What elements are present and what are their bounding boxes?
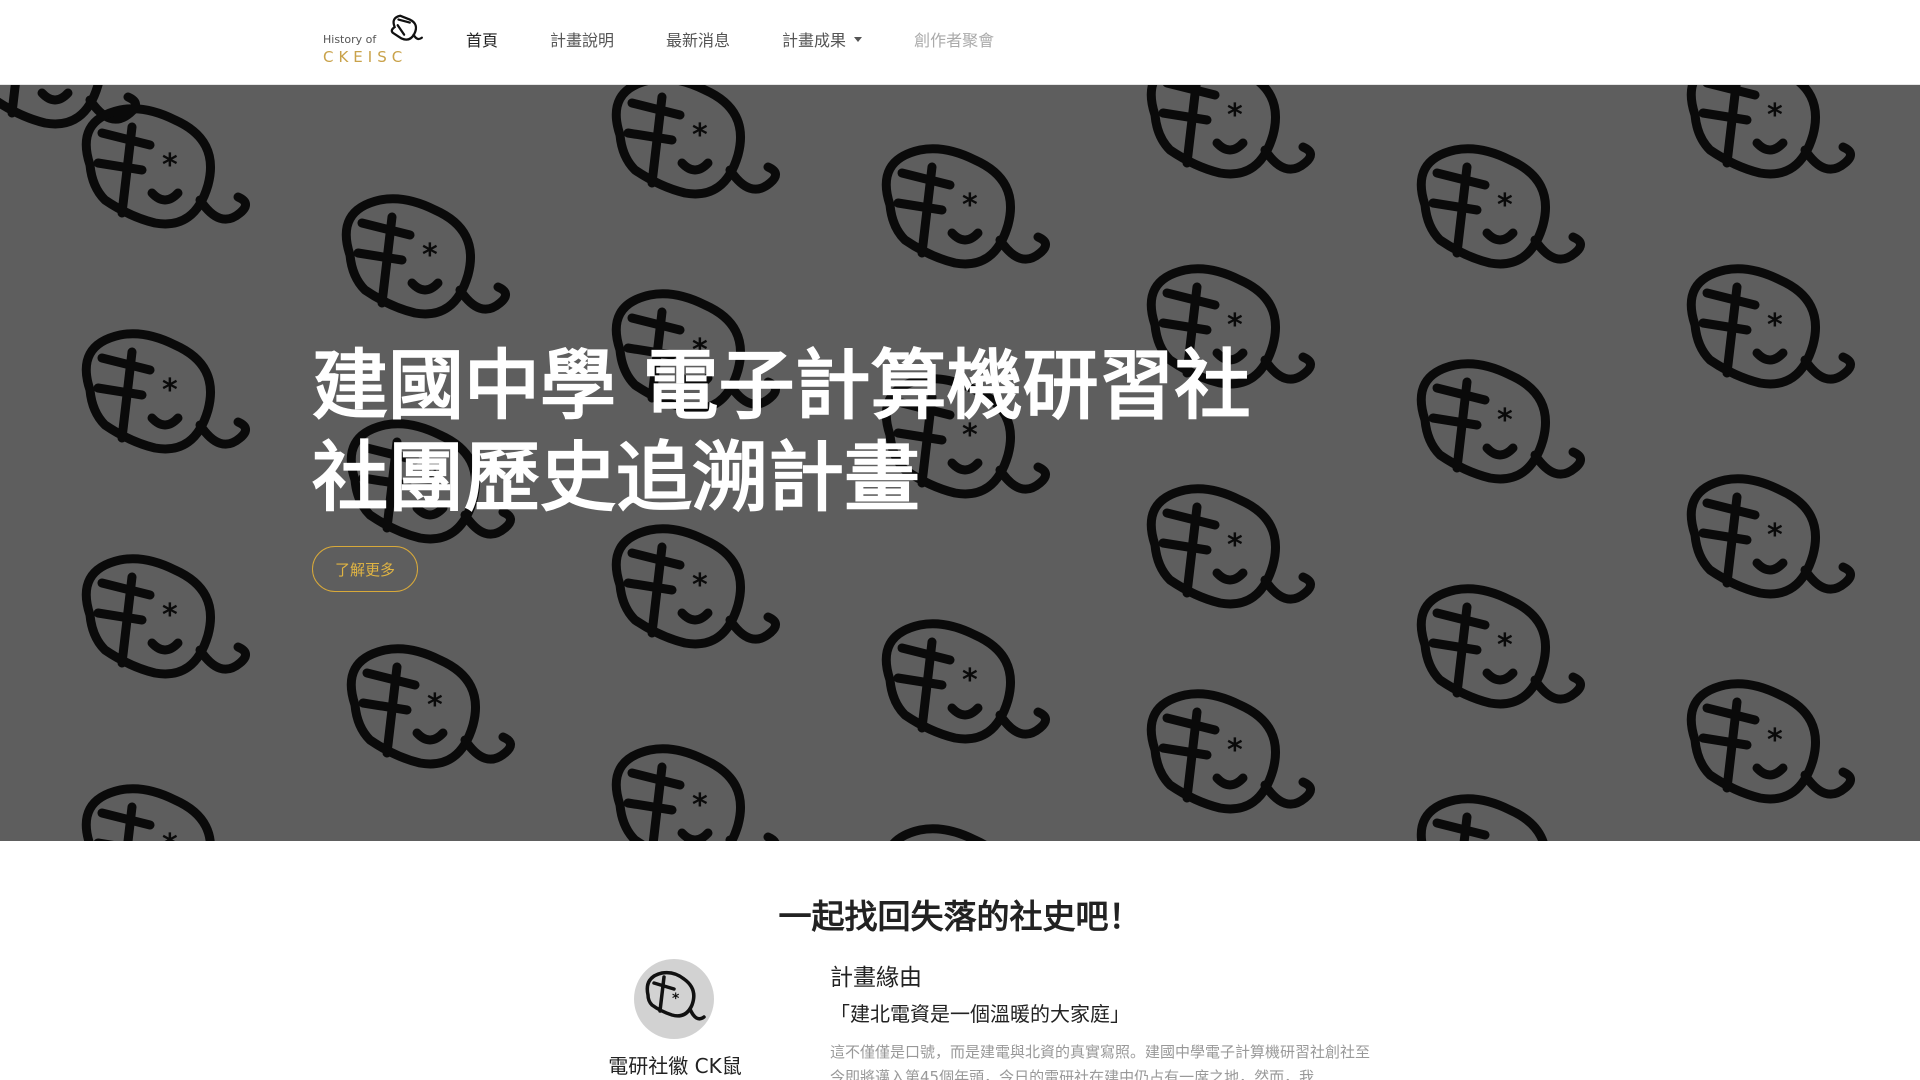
main-nav: 首頁 計畫說明 最新消息 計畫成果 創作者聚會 (466, 24, 1046, 54)
nav-project-description[interactable]: 計畫說明 (550, 27, 614, 51)
nav-home[interactable]: 首頁 (466, 27, 498, 51)
svg-text:*: * (672, 991, 680, 1007)
ck-mouse-logo-icon (390, 14, 423, 41)
chevron-down-icon (854, 36, 863, 42)
top-navbar: History of CKEISC 首頁 計畫說明 最新消息 計畫成果 創作者聚… (0, 0, 1920, 85)
nav-project-results-dropdown[interactable]: 計畫成果 (782, 27, 863, 51)
reason-heading: 計畫緣由 (830, 965, 922, 991)
badge-caption: 電研社徽 CK鼠 (608, 1054, 742, 1078)
nav-latest-news[interactable]: 最新消息 (666, 27, 730, 51)
hero-title: 建國中學 電子計算機研習社 社團歷史追溯計畫 (312, 340, 1412, 524)
hero-banner: * (0, 85, 1920, 841)
hero-title-line2: 社團歷史追溯計畫 (312, 433, 920, 522)
brand-logo[interactable]: History of CKEISC (323, 12, 427, 68)
hero-title-line1: 建國中學 電子計算機研習社 (312, 341, 1251, 430)
reason-quote: 「建北電資是一個溫暖的大家庭」 (830, 1002, 1130, 1026)
brand-name: CKEISC (323, 48, 408, 66)
section-title: 一起找回失落的社史吧！ (778, 897, 1142, 936)
reason-body-text: 這不僅僅是口號，而是建電與北資的真實寫照。建國中學電子計算機研習社創社至今即將邁… (830, 1043, 1371, 1080)
ck-mouse-icon: * (645, 970, 706, 1021)
nav-creators-meetup: 創作者聚會 (914, 31, 995, 50)
learn-more-button[interactable]: 了解更多 (312, 546, 418, 592)
brand-history-label: History of (323, 33, 377, 46)
ck-mouse-badge-image: * (634, 959, 714, 1039)
